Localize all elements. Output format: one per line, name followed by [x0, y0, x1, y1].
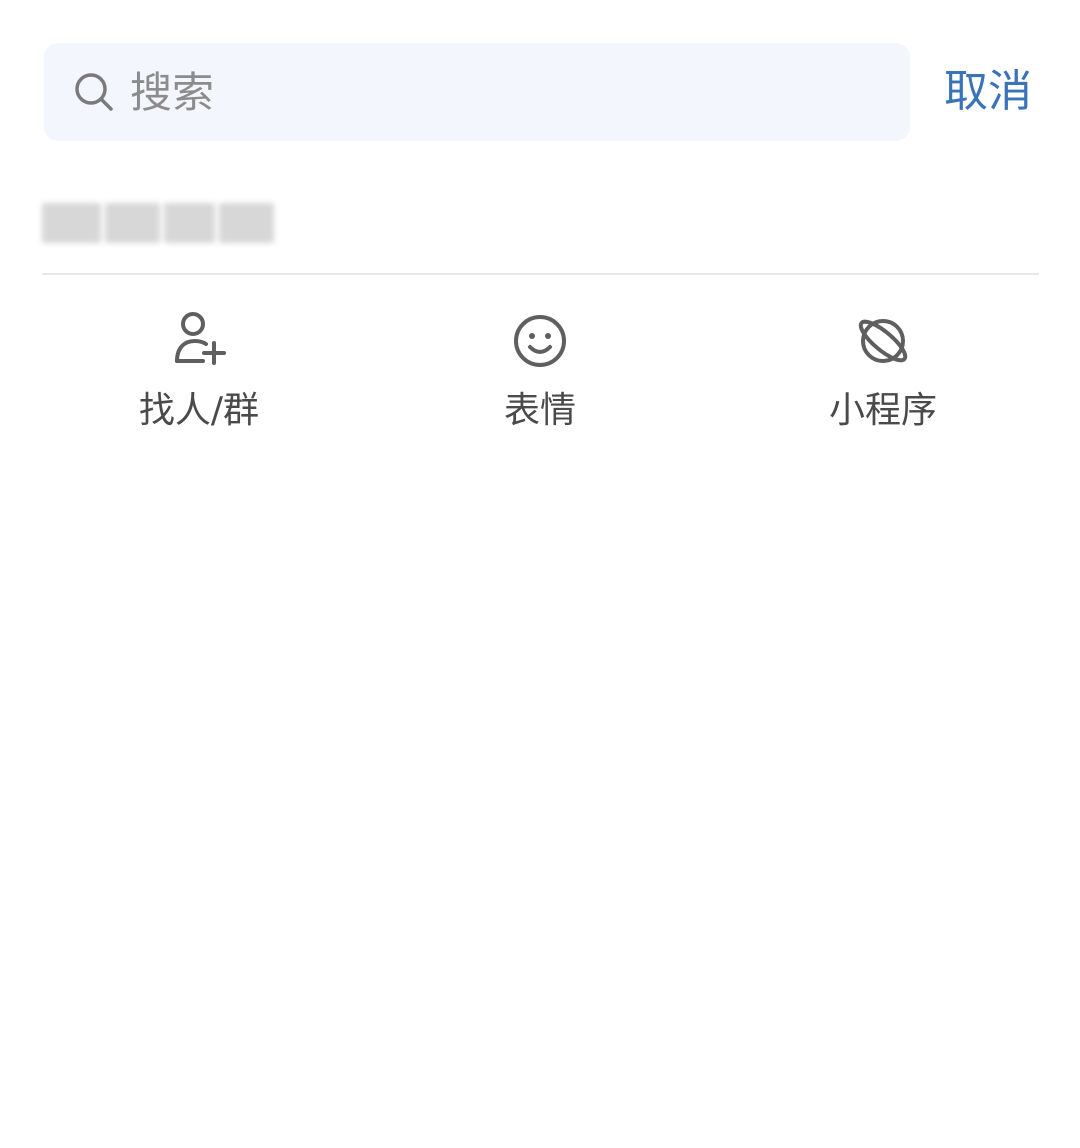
search-icon — [75, 73, 113, 111]
shortcut-mini-program[interactable]: 小程序 — [783, 305, 983, 440]
shortcut-emoji[interactable]: 表情 — [440, 305, 640, 440]
shortcut-label: 小程序 — [828, 390, 937, 431]
shortcut-label: 表情 — [503, 390, 576, 431]
recent-search-item-blurred[interactable] — [42, 200, 274, 246]
mini-program-planet-icon — [858, 319, 908, 363]
divider — [42, 273, 1039, 275]
shortcut-label: 找人/群 — [138, 390, 260, 431]
search-bar[interactable] — [44, 43, 910, 141]
add-person-icon — [175, 312, 226, 365]
cancel-button[interactable]: 取消 — [944, 62, 1032, 122]
smiley-icon — [514, 315, 566, 367]
search-input[interactable] — [130, 62, 890, 122]
shortcut-find-people-groups[interactable]: 找人/群 — [99, 305, 299, 440]
